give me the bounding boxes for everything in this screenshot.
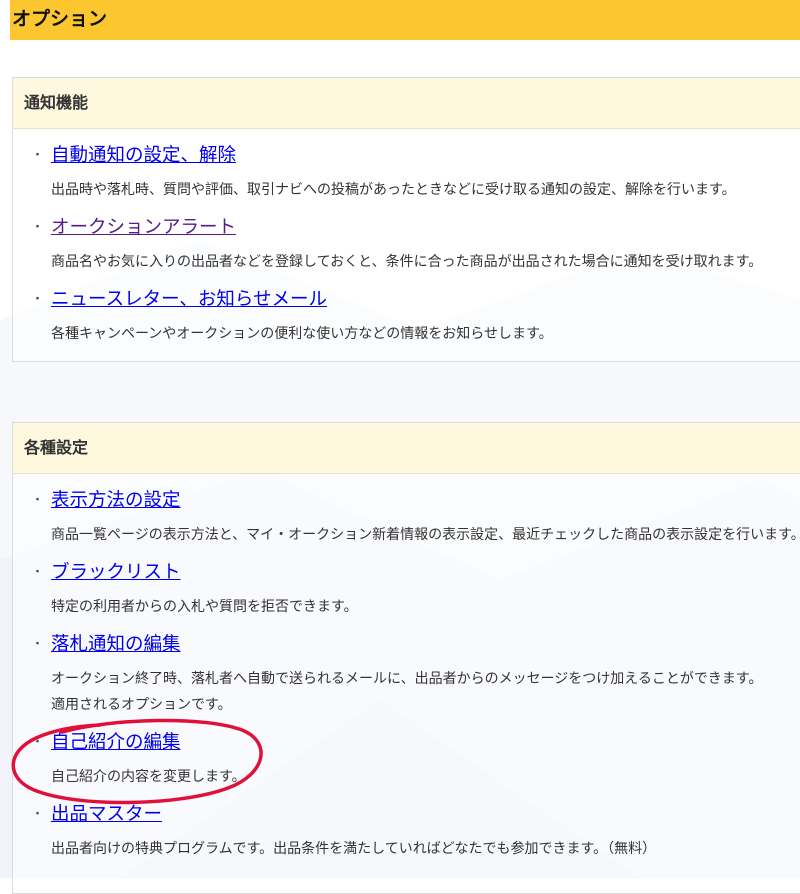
- bullet-icon: ・: [31, 735, 45, 750]
- page-header: オプション: [10, 0, 800, 40]
- section-header: 各種設定: [13, 423, 800, 474]
- section-title: 各種設定: [24, 438, 89, 457]
- winning-notice-link[interactable]: 落札通知の編集: [51, 633, 181, 657]
- seller-master-link[interactable]: 出品マスター: [51, 803, 162, 827]
- item-description: 自己紹介の内容を変更します。: [51, 769, 246, 785]
- item-description: 商品名やお気に入りの出品者などを登録しておくと、条件に合った商品が出品された場合…: [51, 254, 763, 270]
- display-settings-link[interactable]: 表示方法の設定: [51, 489, 181, 513]
- page-title: オプション: [12, 8, 108, 30]
- auto-notification-link[interactable]: 自動通知の設定、解除: [51, 144, 236, 168]
- item-description: 出品者向けの特典プログラムです。出品条件を満たしていればどなたでも参加できます。…: [51, 841, 657, 857]
- bullet-icon: ・: [31, 292, 45, 307]
- item-description: 商品一覧ページの表示方法と、マイ・オークション新着情報の表示設定、最近チェックし…: [51, 527, 800, 543]
- item-description: 出品時や落札時、質問や評価、取引ナビへの投稿があったときなどに受け取る通知の設定…: [51, 182, 736, 198]
- section-title: 通知機能: [24, 93, 89, 112]
- bullet-icon: ・: [31, 637, 45, 652]
- auction-alert-link[interactable]: オークションアラート: [51, 216, 236, 240]
- settings-section: 各種設定 ・ 表示方法の設定 商品一覧ページの表示方法と、マイ・オークション新着…: [12, 422, 800, 894]
- bullet-icon: ・: [31, 148, 45, 163]
- newsletter-link[interactable]: ニュースレター、お知らせメール: [51, 288, 327, 312]
- self-introduction-link[interactable]: 自己紹介の編集: [51, 731, 181, 755]
- bullet-icon: ・: [31, 565, 45, 580]
- bullet-icon: ・: [31, 220, 45, 235]
- blacklist-link[interactable]: ブラックリスト: [51, 561, 181, 585]
- section-header: 通知機能: [13, 78, 800, 129]
- item-description: 特定の利用者からの入札や質問を拒否できます。: [51, 599, 358, 615]
- bullet-icon: ・: [31, 807, 45, 822]
- item-description: 各種キャンペーンやオークションの便利な使い方などの情報をお知らせします。: [51, 326, 553, 342]
- item-description: オークション終了時、落札者へ自動で送られるメールに、出品者からのメッセージをつけ…: [51, 671, 763, 713]
- bullet-icon: ・: [31, 493, 45, 508]
- notification-section: 通知機能 ・ 自動通知の設定、解除 出品時や落札時、質問や評価、取引ナビへの投稿…: [12, 77, 800, 362]
